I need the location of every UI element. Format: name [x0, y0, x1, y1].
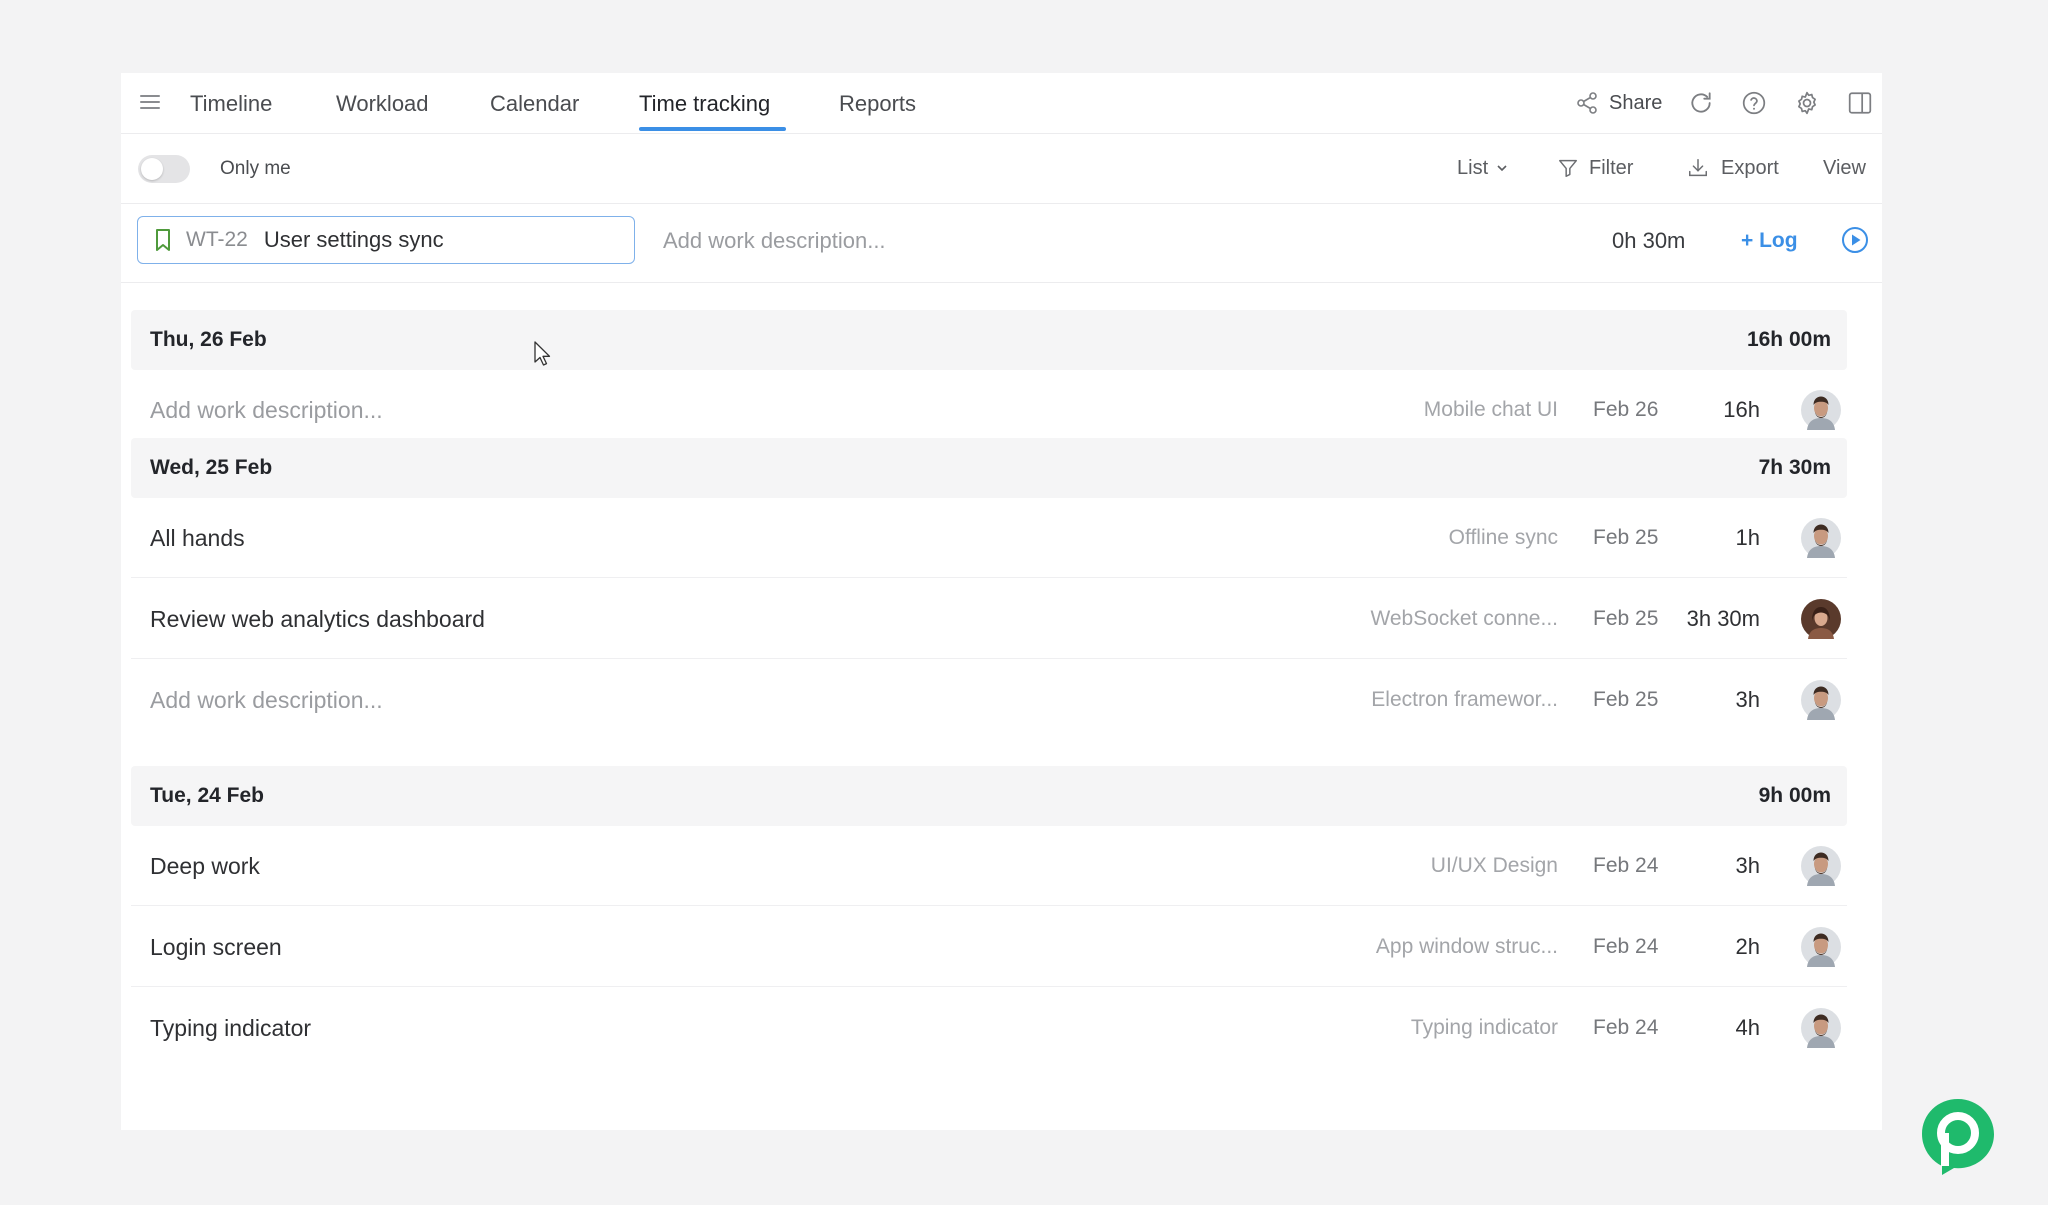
brand-logo-icon — [1922, 1099, 1994, 1175]
entry-duration[interactable]: 4h — [1640, 1013, 1760, 1043]
entry-description[interactable]: Review web analytics dashboard — [150, 604, 485, 634]
group-total: 16h 00m — [1746, 328, 1831, 351]
entry-task[interactable]: App window struc... — [1258, 933, 1558, 961]
date-group-header: Thu, 26 Feb 16h 00m — [131, 310, 1847, 370]
task-name: User settings sync — [263, 227, 444, 252]
task-selector[interactable]: WT-22 User settings sync — [137, 216, 635, 264]
time-entry-row[interactable]: Login screen App window struc... Feb 24 … — [131, 907, 1847, 987]
entry-duration[interactable]: 2h — [1640, 932, 1760, 962]
download-icon — [1689, 159, 1707, 177]
chevron-down-icon — [1497, 165, 1507, 172]
entry-task[interactable]: UI/UX Design — [1258, 852, 1558, 880]
work-description-input[interactable] — [661, 220, 1305, 262]
avatar — [1801, 846, 1841, 886]
settings-button[interactable] — [1794, 87, 1820, 119]
new-entry-bar: WT-22 User settings sync 0h 30m + Log — [121, 204, 1882, 283]
help-icon — [1742, 91, 1766, 115]
time-tracking-app: Timeline Workload Calendar Time tracking… — [121, 73, 1882, 1130]
entry-duration[interactable]: 16h — [1640, 395, 1760, 425]
play-icon[interactable] — [1841, 226, 1869, 254]
tab-timeline[interactable]: Timeline — [190, 89, 272, 119]
refresh-icon — [1691, 92, 1711, 113]
date-group-header: Tue, 24 Feb 9h 00m — [131, 766, 1847, 826]
avatar — [1801, 390, 1841, 430]
only-me-toggle[interactable] — [138, 155, 190, 183]
group-date: Wed, 25 Feb — [150, 456, 273, 479]
avatar — [1801, 1008, 1841, 1048]
entry-description[interactable]: Add work description... — [150, 395, 383, 425]
entry-description[interactable]: Add work description... — [150, 685, 383, 715]
tab-time-tracking[interactable]: Time tracking — [639, 89, 770, 119]
date-group-header: Wed, 25 Feb 7h 30m — [131, 438, 1847, 498]
mouse-cursor-icon — [534, 341, 551, 366]
group-date: Tue, 24 Feb — [150, 784, 264, 807]
tab-workload[interactable]: Workload — [336, 89, 429, 119]
avatar — [1801, 599, 1841, 639]
view-label: View — [1823, 157, 1866, 179]
entry-duration[interactable]: 3h — [1640, 851, 1760, 881]
time-entry-row[interactable]: All hands Offline sync Feb 25 1h — [131, 498, 1847, 578]
share-button[interactable]: Share — [1575, 87, 1662, 119]
export-label: Export — [1721, 157, 1779, 179]
filter-icon — [1559, 159, 1577, 177]
time-entry-row[interactable]: Review web analytics dashboard WebSocket… — [131, 579, 1847, 659]
task-key: WT-22 — [186, 228, 248, 251]
side-panel-icon — [1848, 92, 1872, 114]
entry-description[interactable]: Login screen — [150, 932, 282, 962]
toggle-knob — [141, 158, 163, 180]
view-button[interactable]: View — [1823, 153, 1866, 183]
entry-description[interactable]: Deep work — [150, 851, 260, 881]
side-panel-button[interactable] — [1847, 87, 1873, 119]
settings-icon — [1798, 91, 1816, 115]
entry-task[interactable]: Offline sync — [1258, 524, 1558, 552]
toolbar: Only me List Filter Export View — [121, 134, 1882, 204]
entry-duration[interactable]: 3h — [1640, 685, 1760, 715]
active-tab-indicator — [639, 127, 786, 131]
refresh-button[interactable] — [1688, 87, 1714, 119]
list-label: List — [1457, 157, 1489, 179]
filter-button[interactable]: Filter — [1557, 153, 1633, 183]
bookmark-icon — [156, 229, 170, 251]
entry-description[interactable]: All hands — [150, 523, 245, 553]
avatar — [1801, 927, 1841, 967]
menu-icon[interactable] — [139, 91, 161, 113]
only-me-label: Only me — [220, 158, 291, 179]
avatar — [1801, 518, 1841, 558]
entry-task[interactable]: Electron framewor... — [1258, 686, 1558, 714]
entry-task[interactable]: Typing indicator — [1258, 1014, 1558, 1042]
entry-duration[interactable]: 3h 30m — [1640, 604, 1760, 634]
entry-duration[interactable]: 0h 30m — [1612, 226, 1685, 256]
share-icon — [1577, 92, 1597, 114]
entry-duration[interactable]: 1h — [1640, 523, 1760, 553]
filter-label: Filter — [1589, 157, 1634, 179]
time-entry-row[interactable]: Typing indicator Typing indicator Feb 24… — [131, 988, 1847, 1068]
entry-task[interactable]: Mobile chat UI — [1258, 396, 1558, 424]
entry-description[interactable]: Typing indicator — [150, 1013, 311, 1043]
group-total: 9h 00m — [1758, 784, 1831, 807]
time-entry-row[interactable]: Add work description... Electron framewo… — [131, 660, 1847, 740]
export-button[interactable]: Export — [1687, 153, 1779, 183]
log-button[interactable]: + Log — [1741, 226, 1798, 256]
group-total: 7h 30m — [1758, 456, 1831, 479]
time-entry-row[interactable]: Deep work UI/UX Design Feb 24 3h — [131, 826, 1847, 906]
group-date: Thu, 26 Feb — [150, 328, 267, 351]
list-view-dropdown[interactable]: List — [1457, 153, 1508, 183]
entry-task[interactable]: WebSocket conne... — [1258, 605, 1558, 633]
tab-calendar[interactable]: Calendar — [490, 89, 579, 119]
tab-reports[interactable]: Reports — [839, 89, 916, 119]
avatar — [1801, 680, 1841, 720]
help-button[interactable] — [1741, 87, 1767, 119]
top-navigation: Timeline Workload Calendar Time tracking… — [121, 73, 1882, 134]
share-label: Share — [1609, 91, 1663, 114]
